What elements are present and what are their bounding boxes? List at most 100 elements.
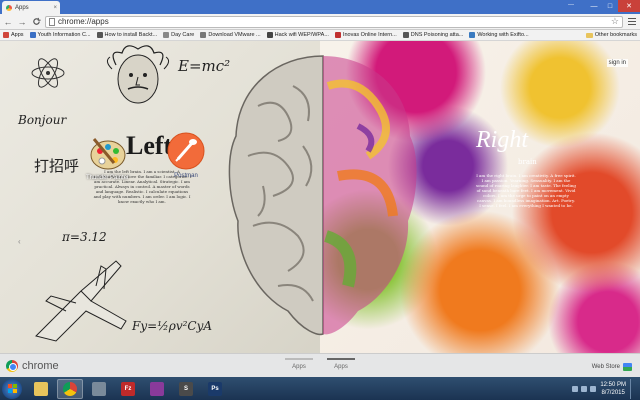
taskbar-explorer[interactable] <box>28 379 54 399</box>
taskbar-photoshop[interactable]: Ps <box>202 379 228 399</box>
chinese-text: 打招呼 <box>34 157 80 175</box>
clock-time: 12:50 PM <box>600 382 626 388</box>
clock-date: 8/7/2015 <box>601 390 625 396</box>
bookmark-favicon-icon <box>402 32 409 38</box>
clock[interactable]: 12:50 PM 8/7/2015 <box>600 381 626 397</box>
page-tab-1[interactable]: Apps <box>285 358 313 370</box>
url-text[interactable]: chrome://apps <box>58 17 109 26</box>
taskbar-chrome[interactable] <box>57 378 83 399</box>
formula-text: Fy=½ρv²CyA <box>132 319 213 333</box>
folder-icon <box>585 32 593 38</box>
atom-sketch-icon <box>31 58 65 88</box>
chrome-brand: chrome <box>6 360 59 372</box>
chrome-titlebar: Apps × — — □ ✕ <box>0 0 640 14</box>
calculator-icon <box>92 381 106 396</box>
chrome-icon <box>63 381 77 396</box>
web-store-icon <box>623 363 632 371</box>
bookmark-favicon-icon <box>266 32 273 38</box>
bookmark-item[interactable]: DNS Poisoning atta... <box>402 32 464 38</box>
browser-toolbar: ← → chrome://apps ☆ <box>0 14 640 30</box>
bookmark-star-icon[interactable]: ☆ <box>611 16 619 27</box>
show-desktop-button[interactable] <box>630 379 636 399</box>
web-store-label: Web Store <box>591 364 620 370</box>
apps-page-footer: chrome Apps Apps Web Store <box>0 353 640 377</box>
minimize-button[interactable]: — <box>586 0 602 12</box>
previous-page-arrow[interactable]: ‹ <box>18 237 21 246</box>
web-store-link[interactable]: Web Store <box>592 363 632 371</box>
bonjour-text: Bonjour <box>18 113 67 127</box>
bookmark-favicon-icon <box>3 32 9 38</box>
photoshop-icon: Ps <box>208 381 222 396</box>
bookmark-item[interactable]: Hack wifi WEP/WPA... <box>266 32 329 38</box>
taskbar-calculator[interactable] <box>86 379 112 399</box>
right-brain-subtitle: brain <box>518 158 537 166</box>
tab-title: Apps <box>15 4 29 11</box>
bookmark-label: Youth Information C... <box>37 32 91 38</box>
windows-taskbar: Fz S Ps <box>0 377 640 400</box>
bookmark-label: Apps <box>11 32 24 38</box>
bookmark-favicon-icon <box>469 32 476 38</box>
bookmark-item[interactable]: Inovas Online Intern... <box>334 32 397 38</box>
tab-apps[interactable]: Apps × <box>2 1 60 14</box>
sublime-icon: S <box>179 381 193 396</box>
paint-palette-icon <box>90 138 126 170</box>
bookmark-item[interactable]: How to install Backt... <box>96 32 158 38</box>
bookmark-label: Hack wifi WEP/WPA... <box>274 32 329 38</box>
tab-close-icon[interactable]: × <box>53 5 57 11</box>
taskbar-winrar[interactable] <box>144 379 170 399</box>
tray-icons <box>572 386 597 392</box>
bookmark-favicon-icon <box>163 32 170 38</box>
start-button[interactable] <box>2 378 22 399</box>
right-brain-title: Right <box>476 127 528 153</box>
app-label: Thunder Painter <box>86 175 130 181</box>
screen: Apps × — — □ ✕ ← → chrome://apps ☆ Apps Y… <box>0 0 640 400</box>
bookmark-apps[interactable]: Apps <box>3 32 24 38</box>
maximize-button[interactable]: □ <box>602 0 618 12</box>
bookmarks-bar: Apps Youth Information C... How to install… <box>0 30 640 41</box>
pi-text: π=3.12 <box>62 230 107 244</box>
bookmark-favicon-icon <box>334 32 341 38</box>
bookmark-item[interactable]: Day Care <box>163 32 194 38</box>
postman-icon <box>167 132 205 170</box>
bookmark-favicon-icon <box>96 32 103 38</box>
app-postman[interactable]: Postman <box>166 131 206 179</box>
bookmark-item[interactable]: Youth Information C... <box>29 32 91 38</box>
system-tray: 12:50 PM 8/7/2015 <box>572 379 636 399</box>
back-button[interactable]: ← <box>3 16 13 28</box>
other-bookmarks-button[interactable]: Other bookmarks <box>585 32 637 38</box>
page-tab-label: Apps <box>334 364 348 370</box>
tray-flag-icon[interactable] <box>572 386 579 392</box>
taskbar-sublime[interactable]: S <box>173 379 199 399</box>
explorer-icon <box>34 381 48 396</box>
profile-button[interactable]: — <box>568 2 574 8</box>
reload-button[interactable] <box>31 16 41 28</box>
forward-button[interactable]: → <box>17 16 27 28</box>
apps-favicon-icon <box>6 4 12 11</box>
volume-icon[interactable] <box>590 386 597 392</box>
app-thunder-painter[interactable]: Thunder Painter <box>86 133 129 181</box>
apps-page: E=mc² Bonjour 打招呼 π=3.12 Fy=½ρv²CyA Left… <box>0 41 640 353</box>
fighter-jet-sketch-icon <box>35 260 127 342</box>
page-switcher: Apps Apps <box>285 358 355 370</box>
omnibox[interactable]: chrome://apps ☆ <box>45 15 623 28</box>
page-icon <box>49 17 55 26</box>
close-button[interactable]: ✕ <box>618 0 640 12</box>
bookmark-label: Day Care <box>171 32 195 38</box>
winrar-icon <box>150 381 164 396</box>
brain-illustration-icon <box>228 55 417 336</box>
network-icon[interactable] <box>581 386 588 392</box>
sign-in-link[interactable]: sign in <box>606 59 628 67</box>
bookmark-label: How to install Backt... <box>104 32 158 38</box>
bookmark-item[interactable]: Download VMware ... <box>200 32 261 38</box>
page-tab-2[interactable]: Apps <box>327 358 355 370</box>
filezilla-icon: Fz <box>121 381 135 396</box>
taskbar-filezilla[interactable]: Fz <box>115 379 141 399</box>
window-controls: — □ ✕ <box>586 0 640 12</box>
chrome-menu-icon[interactable] <box>627 17 637 27</box>
bookmark-label: DNS Poisoning atta... <box>410 32 464 38</box>
bookmark-favicon-icon <box>29 32 36 38</box>
chrome-wordmark: chrome <box>22 360 59 372</box>
bookmark-item[interactable]: Working with Exifto... <box>469 32 529 38</box>
bookmark-label: Working with Exifto... <box>477 32 529 38</box>
other-bookmarks-label: Other bookmarks <box>594 32 637 38</box>
